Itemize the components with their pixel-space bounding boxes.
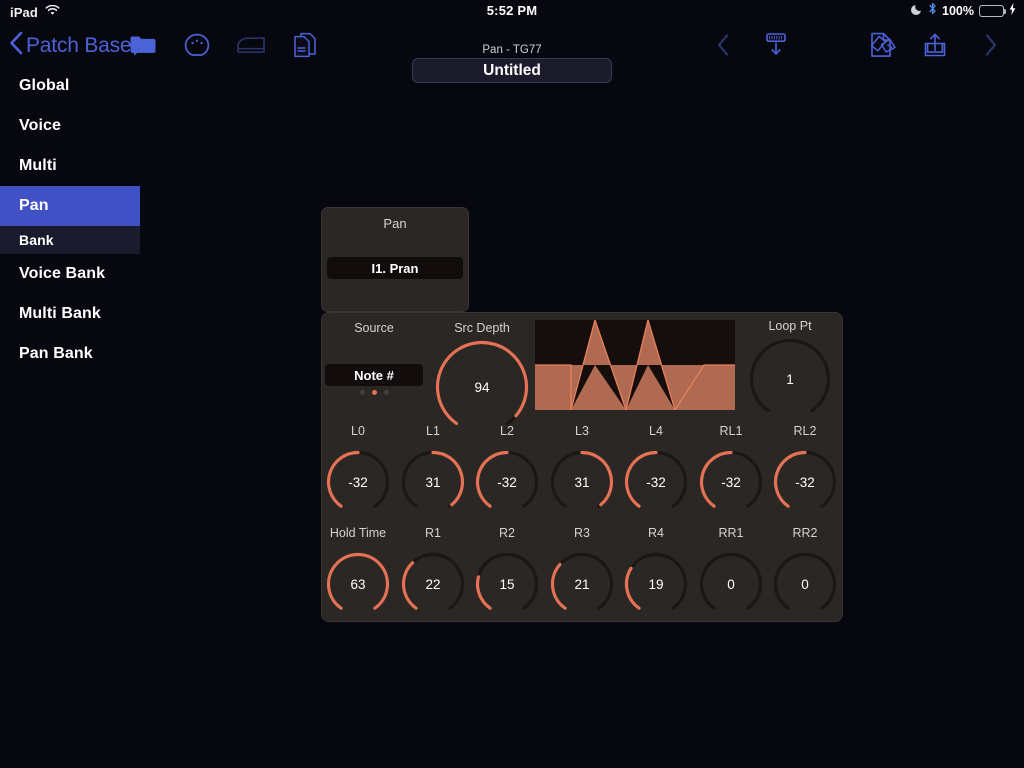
previous-patch-button[interactable] [706, 30, 740, 60]
knob-value: -32 [348, 474, 368, 490]
page-dot[interactable] [371, 390, 377, 395]
editor-subtitle: Pan - TG77 [482, 44, 542, 56]
knob-value: 21 [574, 576, 590, 592]
knob-value: 22 [425, 576, 441, 592]
sidebar-item-pan-bank[interactable]: Pan Bank [0, 334, 140, 374]
knob-value: 19 [648, 576, 664, 592]
patch-name-field[interactable]: Untitled [412, 58, 612, 83]
pan-card-title: Pan [383, 216, 407, 231]
knob-label: RR2 [792, 526, 818, 540]
page-dot[interactable] [383, 390, 389, 395]
status-right: 100% [911, 2, 1016, 20]
sidebar-item-label: Voice Bank [19, 265, 106, 282]
pan-preset-value: I1. Pran [371, 260, 419, 276]
knob-value: 0 [727, 576, 735, 592]
source-select[interactable]: Note # [325, 364, 423, 386]
knob-value: 1 [786, 371, 794, 387]
patch-name-value: Untitled [483, 61, 541, 79]
knob-r3[interactable]: 21 [549, 551, 615, 617]
pan-preset-select[interactable]: I1. Pran [327, 257, 463, 279]
knob-value: 31 [574, 474, 590, 490]
knob-label: Loop Pt [768, 319, 812, 333]
knob-value: 0 [801, 576, 809, 592]
knob-value: -32 [497, 474, 517, 490]
knob-label: RL2 [793, 424, 817, 438]
knob-loop-pt[interactable]: 1 [748, 337, 832, 421]
share-icon[interactable] [918, 30, 952, 60]
sidebar-item-label: Pan Bank [19, 345, 93, 362]
knob-src-depth[interactable]: 94 [434, 339, 530, 435]
copy-documents-icon[interactable] [288, 30, 322, 60]
knob-rr1[interactable]: 0 [698, 551, 764, 617]
sidebar-item-pan[interactable]: Pan [0, 186, 140, 226]
sidebar: Global Voice Multi Pan Bank Voice Bank Multi B… [0, 66, 140, 768]
knob-value: -32 [795, 474, 815, 490]
sidebar-item-label: Global [19, 77, 70, 94]
bluetooth-icon [928, 2, 937, 20]
keyboard-icon[interactable] [234, 30, 268, 60]
status-bar: iPad 5:52 PM 100% [0, 0, 1024, 22]
knob-r2[interactable]: 15 [474, 551, 540, 617]
sidebar-item-label: Voice [19, 117, 61, 134]
sidebar-item-label: Multi [19, 157, 57, 174]
source-value: Note # [354, 367, 394, 383]
knob-value: 31 [425, 474, 441, 490]
nav-title-group: Pan - TG77 Untitled [332, 44, 692, 83]
battery-icon [979, 5, 1007, 17]
sidebar-item-label: Multi Bank [19, 305, 101, 322]
pan-envelope-graph[interactable] [535, 320, 735, 410]
knob-value: 15 [499, 576, 515, 592]
back-button[interactable]: Patch Base [8, 30, 132, 61]
knob-l3[interactable]: 31 [549, 449, 615, 515]
knob-label: Src Depth [454, 321, 510, 335]
sidebar-item-bank[interactable]: Bank [0, 226, 140, 254]
download-to-device-icon[interactable] [759, 30, 793, 60]
lightning-bolt-icon [1009, 2, 1016, 20]
sidebar-item-multi[interactable]: Multi [0, 146, 140, 186]
back-button-label: Patch Base [26, 33, 132, 57]
knob-r4[interactable]: 19 [623, 551, 689, 617]
folder-icon[interactable] [126, 30, 160, 60]
source-label: Source [354, 321, 394, 335]
sidebar-item-voice[interactable]: Voice [0, 106, 140, 146]
sidebar-item-global[interactable]: Global [0, 66, 140, 106]
tag-icon[interactable] [866, 30, 900, 60]
sidebar-item-label: Bank [19, 232, 54, 248]
sidebar-item-label: Pan [19, 197, 49, 214]
knob-value: 63 [350, 576, 366, 592]
knob-hold-time[interactable]: 63 [325, 551, 391, 617]
knob-rl2[interactable]: -32 [772, 449, 838, 515]
moon-icon [911, 2, 923, 20]
knob-l2[interactable]: -32 [474, 449, 540, 515]
knob-r1[interactable]: 22 [400, 551, 466, 617]
sidebar-item-multi-bank[interactable]: Multi Bank [0, 294, 140, 334]
battery-percent: 100% [942, 4, 974, 18]
sidebar-item-voice-bank[interactable]: Voice Bank [0, 254, 140, 294]
knob-l1[interactable]: 31 [400, 449, 466, 515]
knob-l0[interactable]: -32 [325, 449, 391, 515]
knob-rl1[interactable]: -32 [698, 449, 764, 515]
gauge-icon[interactable] [180, 30, 214, 60]
chevron-left-icon [8, 30, 24, 61]
page-dot[interactable] [359, 390, 365, 395]
knob-l4[interactable]: -32 [623, 449, 689, 515]
source-page-dots[interactable] [325, 390, 423, 395]
battery-cap [1004, 9, 1007, 15]
pan-selector-card: Pan I1. Pran [321, 207, 469, 312]
knob-value: -32 [721, 474, 741, 490]
clock: 5:52 PM [486, 3, 538, 18]
knob-value: 94 [474, 379, 490, 395]
ipad-screen: iPad 5:52 PM 100% Patch Base Pan - TG77 … [0, 0, 1024, 768]
knob-value: -32 [646, 474, 666, 490]
next-patch-button[interactable] [974, 30, 1008, 60]
knob-rr2[interactable]: 0 [772, 551, 838, 617]
